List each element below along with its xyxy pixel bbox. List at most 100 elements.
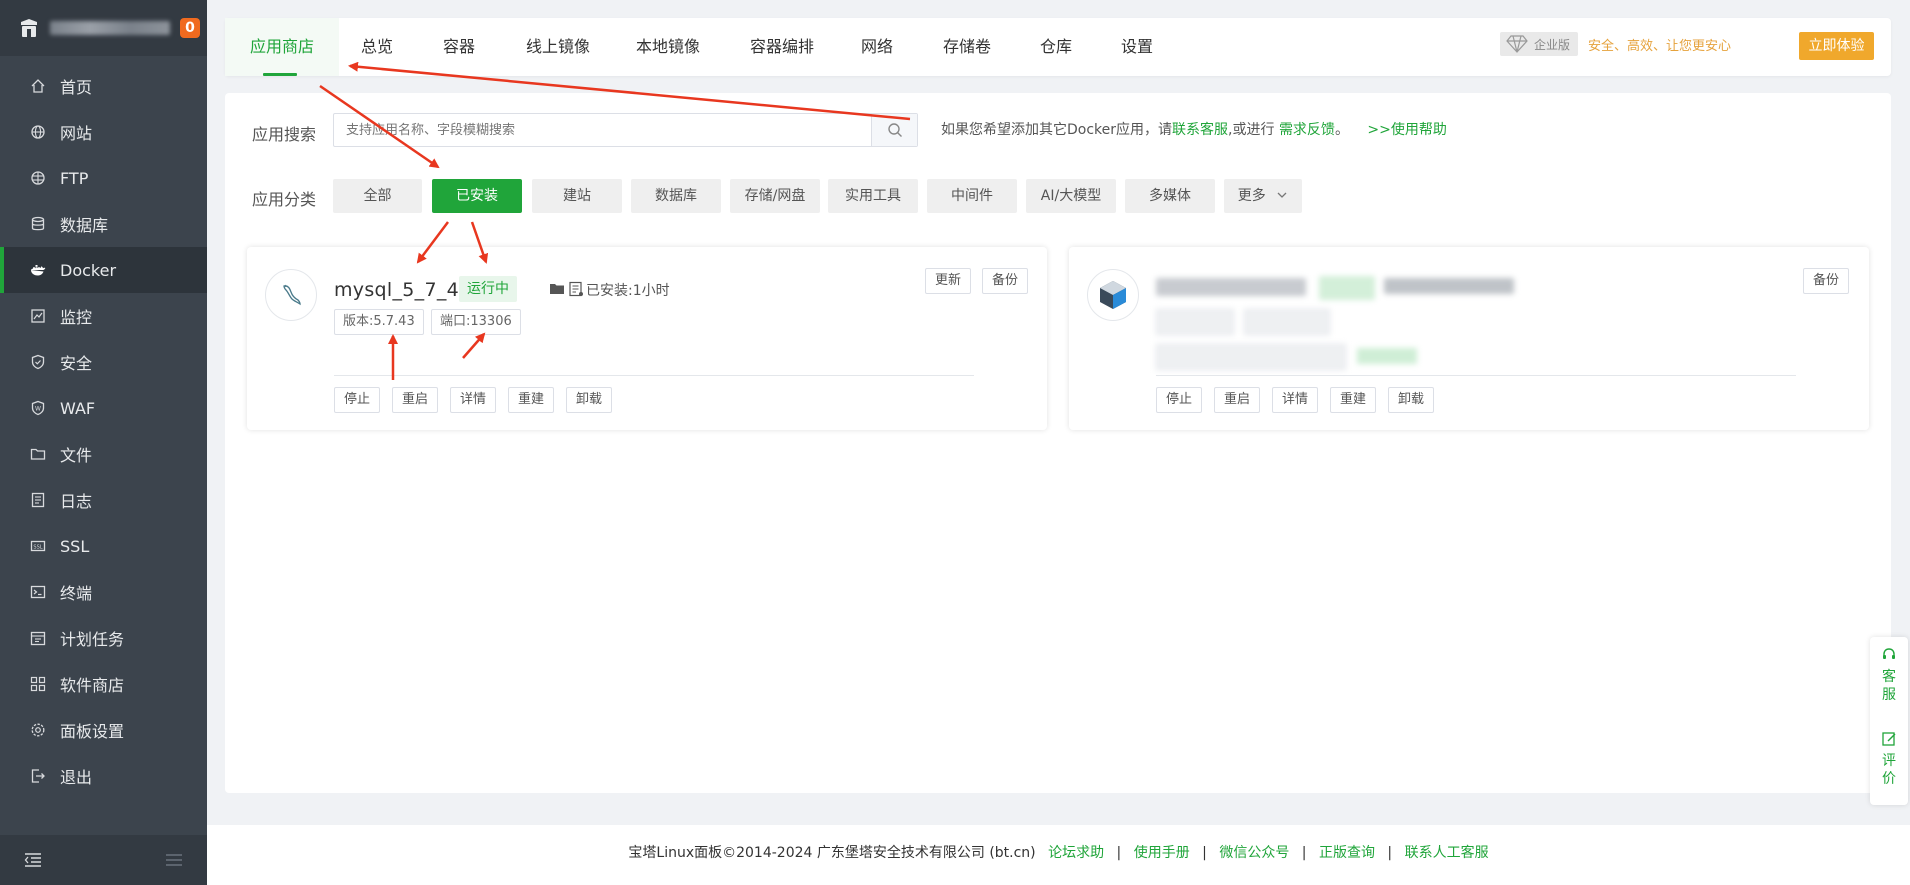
enterprise-label: 企业版: [1499, 32, 1578, 56]
stop-button[interactable]: 停止: [1156, 387, 1203, 413]
enterprise-promo: 企业版 安全、高效、让您更安心: [1499, 30, 1731, 58]
collapse-menu-icon[interactable]: [24, 852, 42, 868]
sidebar-item-label: 安全: [60, 354, 93, 373]
category-more[interactable]: 更多: [1224, 179, 1302, 213]
sidebar-item-label: 数据库: [60, 216, 109, 235]
sidebar-item-store[interactable]: 软件商店: [0, 661, 207, 707]
footer-link-support[interactable]: 联系人工客服: [1405, 845, 1489, 861]
sidebar-item-security[interactable]: 安全: [0, 339, 207, 385]
footer-separator: |: [1202, 845, 1207, 861]
restart-button[interactable]: 重启: [392, 387, 439, 413]
category-middleware[interactable]: 中间件: [927, 179, 1017, 213]
help-link[interactable]: >>使用帮助: [1367, 122, 1446, 138]
category-label: 应用分类: [252, 190, 317, 209]
sidebar-menu: 首页 网站 FTP 数据库 Docker 监控 安全 W WAF 文件 日志 S…: [0, 63, 207, 799]
sidebar-item-label: 退出: [60, 768, 93, 787]
port-tag-obscured: [1244, 309, 1330, 335]
sidebar-item-label: FTP: [60, 168, 89, 188]
menu-list-icon[interactable]: [165, 852, 183, 868]
tab-app-store[interactable]: 应用商店: [225, 18, 340, 76]
app-store-panel: 应用搜索 如果您希望添加其它Docker应用，请联系客服,或进行 需求反馈。 >…: [225, 93, 1891, 793]
sidebar-item-label: 软件商店: [60, 676, 125, 695]
sidebar-item-docker[interactable]: Docker: [0, 247, 207, 293]
sidebar-item-label: 监控: [60, 308, 93, 327]
sidebar-item-website[interactable]: 网站: [0, 109, 207, 155]
sidebar-item-ftp[interactable]: FTP: [0, 155, 207, 201]
diamond-icon: [1506, 35, 1528, 53]
tab-volumes[interactable]: 存储卷: [943, 18, 991, 76]
category-storage[interactable]: 存储/网盘: [730, 179, 820, 213]
shield-icon: [30, 354, 46, 370]
review-button[interactable]: 评价: [1870, 731, 1908, 788]
copyright: 宝塔Linux面板©2014-2024 广东堡塔安全技术有限公司 (bt.cn): [628, 845, 1036, 861]
footer-separator: |: [1301, 845, 1307, 861]
footer-link-manual[interactable]: 使用手册: [1134, 845, 1190, 861]
tab-overview[interactable]: 总览: [361, 18, 393, 76]
details-button[interactable]: 详情: [450, 387, 497, 413]
customer-service-button[interactable]: 客服: [1870, 647, 1908, 704]
mysql-logo: [265, 269, 317, 321]
database-icon: [30, 216, 46, 232]
tab-online-images[interactable]: 线上镜像: [526, 18, 590, 76]
enterprise-slogan: 安全、高效、让您更安心: [1587, 38, 1731, 54]
svg-text:W: W: [35, 406, 41, 413]
uninstall-button[interactable]: 卸载: [566, 387, 613, 413]
rebuild-button[interactable]: 重建: [508, 387, 555, 413]
sidebar-item-monitor[interactable]: 监控: [0, 293, 207, 339]
installed-time-obscured: [1384, 278, 1514, 294]
uninstall-button[interactable]: 卸载: [1388, 387, 1435, 413]
float-sidebar: 客服 评价: [1870, 637, 1908, 805]
backup-button[interactable]: 备份: [1803, 268, 1850, 294]
details-button[interactable]: 详情: [1272, 387, 1319, 413]
tab-settings[interactable]: 设置: [1121, 18, 1153, 76]
backup-button[interactable]: 备份: [982, 268, 1029, 294]
tab-containers[interactable]: 容器: [443, 18, 475, 76]
contact-service-link[interactable]: 联系客服: [1172, 122, 1228, 138]
sidebar-item-label: 首页: [60, 78, 93, 97]
category-ai[interactable]: AI/大模型: [1026, 179, 1116, 213]
try-enterprise-button[interactable]: 立即体验: [1799, 32, 1874, 60]
sidebar-item-settings[interactable]: 面板设置: [0, 707, 207, 753]
tab-registry[interactable]: 仓库: [1040, 18, 1072, 76]
category-tools[interactable]: 实用工具: [828, 179, 918, 213]
category-media[interactable]: 多媒体: [1125, 179, 1215, 213]
category-database[interactable]: 数据库: [631, 179, 721, 213]
bt-logo-icon: [21, 19, 37, 37]
category-all[interactable]: 全部: [333, 179, 422, 213]
sidebar-item-ssl[interactable]: SSL SSL: [0, 523, 207, 569]
restart-button[interactable]: 重启: [1214, 387, 1261, 413]
feedback-link[interactable]: 需求反馈: [1279, 122, 1335, 138]
category-installed[interactable]: 已安装: [432, 179, 522, 213]
category-website[interactable]: 建站: [532, 179, 622, 213]
tab-compose[interactable]: 容器编排: [750, 18, 814, 76]
log-file-icon[interactable]: [568, 281, 584, 297]
update-button[interactable]: 更新: [925, 268, 972, 294]
sidebar-item-logs[interactable]: 日志: [0, 477, 207, 523]
search-input[interactable]: [334, 114, 874, 146]
footer-link-forum[interactable]: 论坛求助: [1048, 845, 1104, 861]
grid-icon: [30, 676, 46, 692]
footer-link-wechat[interactable]: 微信公众号: [1219, 845, 1289, 861]
sidebar-item-waf[interactable]: W WAF: [0, 385, 207, 431]
sidebar-item-home[interactable]: 首页: [0, 63, 207, 109]
rebuild-button[interactable]: 重建: [1330, 387, 1377, 413]
sidebar-item-cron[interactable]: 计划任务: [0, 615, 207, 661]
stop-button[interactable]: 停止: [334, 387, 381, 413]
sidebar-item-logout[interactable]: 退出: [0, 753, 207, 799]
sidebar-item-files[interactable]: 文件: [0, 431, 207, 477]
sidebar-item-database[interactable]: 数据库: [0, 201, 207, 247]
tab-local-images[interactable]: 本地镜像: [636, 18, 700, 76]
port-tag[interactable]: 端口:13306: [431, 309, 521, 335]
terminal-icon: [30, 584, 46, 600]
tab-network[interactable]: 网络: [861, 18, 893, 76]
url-tag-obscured: [1156, 344, 1346, 370]
message-badge[interactable]: 0: [180, 18, 200, 38]
search-label: 应用搜索: [252, 125, 317, 144]
logout-icon: [30, 768, 46, 784]
docker-tab-bar: 应用商店 总览 容器 线上镜像 本地镜像 容器编排 网络 存储卷 仓库 设置 企…: [225, 18, 1891, 76]
folder-icon[interactable]: [549, 281, 565, 297]
sidebar-item-label: 文件: [60, 446, 93, 465]
search-button[interactable]: [871, 114, 917, 146]
sidebar-item-terminal[interactable]: 终端: [0, 569, 207, 615]
footer-link-verify[interactable]: 正版查询: [1319, 845, 1375, 861]
